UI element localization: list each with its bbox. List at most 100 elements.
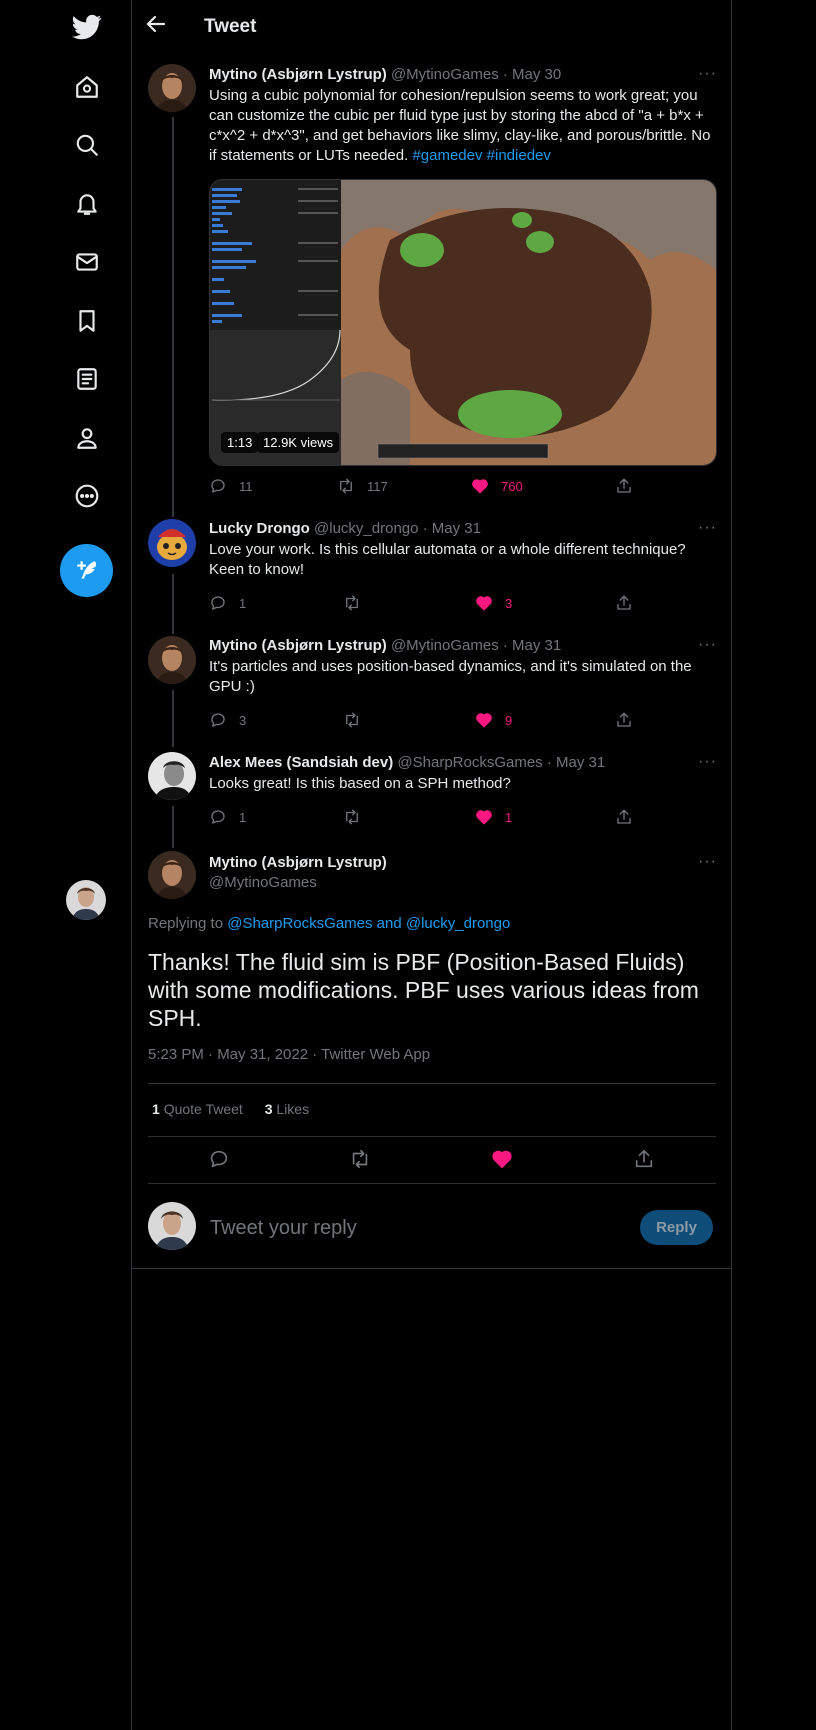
reply-count: 1 — [239, 809, 247, 825]
author-handle[interactable]: @MytinoGames — [209, 873, 717, 893]
retweet-button[interactable]: 117 — [337, 477, 388, 495]
share-button[interactable] — [633, 1148, 655, 1170]
share-icon — [617, 712, 631, 727]
focused-tweet-author: Mytino (Asbjørn Lystrup) @MytinoGames ··… — [209, 853, 717, 893]
share-button[interactable] — [615, 477, 633, 495]
author-handle[interactable]: @MytinoGames — [391, 66, 499, 83]
retweet-button[interactable] — [343, 808, 361, 826]
avatar[interactable] — [148, 636, 196, 684]
author-name[interactable]: Lucky Drongo — [209, 520, 310, 537]
like-button[interactable]: 3 — [475, 594, 512, 612]
share-button[interactable] — [615, 594, 633, 612]
account-avatar[interactable] — [66, 880, 106, 920]
like-count: 9 — [505, 712, 513, 728]
compose-tweet-button[interactable] — [60, 544, 113, 597]
tweet-timestamp[interactable]: 5:23 PM · May 31, 2022 · Twitter Web App — [148, 1046, 430, 1063]
quote-tweets-stat[interactable]: 1 Quote Tweet — [152, 1101, 243, 1117]
tweet-date[interactable]: · May 31 — [547, 754, 605, 771]
more-options-button[interactable]: ··· — [698, 853, 717, 871]
reply-button[interactable]: 3 — [209, 711, 246, 729]
tweet-date[interactable]: · May 30 — [503, 66, 561, 83]
bookmarks-icon[interactable] — [68, 302, 106, 340]
like-button[interactable]: 9 — [475, 711, 512, 729]
lists-icon[interactable] — [68, 360, 106, 398]
back-button[interactable] — [146, 14, 172, 40]
reply-icon — [211, 596, 225, 610]
video-duration: 1:13 — [221, 432, 259, 453]
reply-icon — [210, 1150, 228, 1168]
avatar[interactable] — [148, 851, 196, 899]
home-icon[interactable] — [68, 68, 106, 106]
like-count: 1 — [505, 809, 513, 825]
reply-button[interactable]: 11 — [209, 477, 253, 495]
like-button[interactable] — [491, 1148, 513, 1170]
likes-stat[interactable]: 3 Likes — [265, 1101, 309, 1117]
divider — [148, 1136, 716, 1137]
reply-count: 3 — [239, 712, 247, 728]
replying-to-handles[interactable]: @SharpRocksGames and @lucky_drongo — [227, 915, 510, 932]
author-handle[interactable]: @lucky_drongo — [314, 520, 418, 537]
retweet-button[interactable] — [343, 594, 361, 612]
like-button[interactable]: 760 — [471, 477, 523, 495]
avatar[interactable] — [148, 64, 196, 112]
messages-icon[interactable] — [68, 243, 106, 281]
reply-icon — [211, 479, 225, 493]
more-options-button[interactable]: ··· — [698, 65, 717, 83]
thread-line — [172, 117, 174, 517]
share-button[interactable] — [615, 711, 633, 729]
tweet-text: Love your work. Is this cellular automat… — [209, 541, 686, 578]
like-count: 760 — [501, 478, 523, 494]
engagement-stats: 1 Quote Tweet 3 Likes — [152, 1101, 309, 1117]
divider — [148, 1183, 716, 1184]
reply-button[interactable] — [208, 1148, 230, 1170]
author-name[interactable]: Alex Mees (Sandsiah dev) — [209, 754, 393, 771]
reply-button[interactable]: 1 — [209, 808, 246, 826]
hashtags[interactable]: #gamedev #indiedev — [412, 147, 550, 164]
main-column: Tweet Mytino (Asbjørn Lystrup) @MytinoGa… — [131, 0, 732, 1730]
heart-icon — [492, 1150, 512, 1169]
heart-icon — [476, 596, 492, 611]
reply-input[interactable] — [208, 1212, 592, 1244]
more-options-button[interactable]: ··· — [698, 636, 717, 654]
author-name[interactable]: Mytino (Asbjørn Lystrup) — [209, 66, 387, 83]
share-icon — [635, 1149, 653, 1168]
author-name[interactable]: Mytino (Asbjørn Lystrup) — [209, 637, 387, 654]
tweet-actions: 11 117 760 — [209, 477, 717, 497]
more-options-button[interactable]: ··· — [698, 753, 717, 771]
tweet[interactable]: Mytino (Asbjørn Lystrup) @MytinoGames · … — [209, 65, 717, 166]
tweet-text: Using a cubic polynomial for cohesion/re… — [209, 87, 711, 164]
retweet-button[interactable] — [343, 711, 361, 729]
author-name[interactable]: Mytino (Asbjørn Lystrup) — [209, 853, 717, 873]
more-options-button[interactable]: ··· — [698, 519, 717, 537]
author-handle[interactable]: @SharpRocksGames — [397, 754, 542, 771]
share-icon — [617, 809, 631, 824]
avatar[interactable] — [148, 752, 196, 800]
tweet[interactable]: Mytino (Asbjørn Lystrup) @MytinoGames · … — [209, 636, 717, 697]
tweet[interactable]: Alex Mees (Sandsiah dev) @SharpRocksGame… — [209, 753, 717, 794]
retweet-count: 117 — [367, 478, 388, 494]
avatar[interactable] — [148, 519, 196, 567]
heart-icon — [472, 479, 488, 494]
thread-line — [172, 690, 174, 747]
profile-icon[interactable] — [68, 419, 106, 457]
thread-line — [172, 806, 174, 848]
tweet-actions: 3 9 — [209, 711, 717, 731]
retweet-icon — [346, 712, 358, 728]
video-player[interactable]: 1:13 12.9K views — [209, 179, 717, 466]
author-handle[interactable]: @MytinoGames — [391, 637, 499, 654]
retweet-button[interactable] — [349, 1148, 371, 1170]
video-thumbnail — [210, 180, 716, 465]
explore-icon[interactable] — [68, 126, 106, 164]
more-icon[interactable] — [68, 477, 106, 515]
tweet[interactable]: Lucky Drongo @lucky_drongo · May 31 ··· … — [209, 519, 717, 580]
share-button[interactable] — [615, 808, 633, 826]
twitter-logo-icon[interactable] — [68, 8, 106, 46]
reply-button[interactable]: Reply — [640, 1210, 713, 1245]
tweet-date[interactable]: · May 31 — [423, 520, 481, 537]
tweet-date[interactable]: · May 31 — [503, 637, 561, 654]
retweet-icon — [346, 595, 358, 611]
reply-button[interactable]: 1 — [209, 594, 246, 612]
like-button[interactable]: 1 — [475, 808, 512, 826]
notifications-icon[interactable] — [68, 185, 106, 223]
page-title: Tweet — [204, 16, 257, 37]
